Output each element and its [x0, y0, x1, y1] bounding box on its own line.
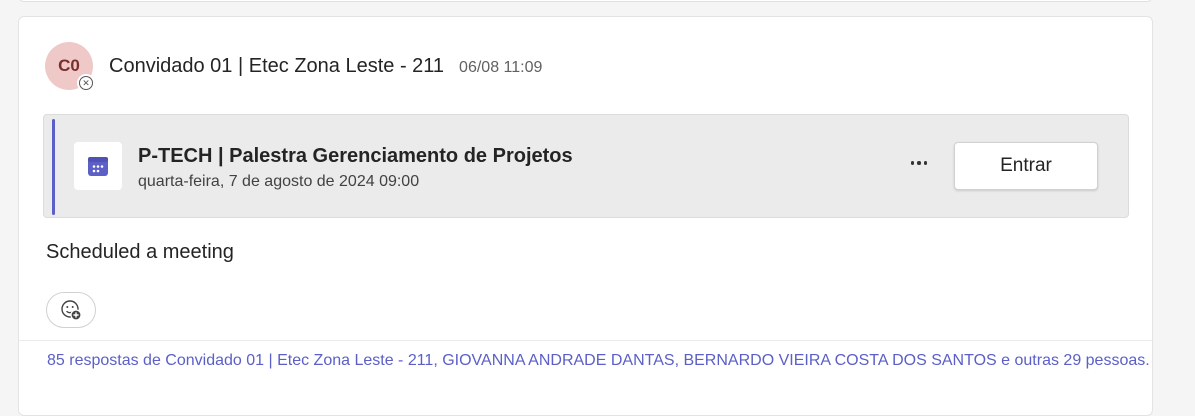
avatar[interactable]: C0 ✕	[45, 42, 95, 92]
meeting-card[interactable]: P-TECH | Palestra Gerenciamento de Proje…	[43, 114, 1129, 218]
previous-post-card	[18, 0, 1153, 2]
divider	[19, 340, 1152, 341]
replies-summary-link[interactable]: 85 respostas de Convidado 01 | Etec Zona…	[47, 349, 1152, 373]
calendar-icon	[74, 142, 122, 190]
avatar-initials: C0	[58, 56, 80, 75]
message-body: Scheduled a meeting	[46, 241, 234, 263]
meeting-datetime: quarta-feira, 7 de agosto de 2024 09:00	[138, 173, 420, 190]
post-card: C0 ✕ Convidado 01 | Etec Zona Leste - 21…	[18, 16, 1153, 416]
join-button[interactable]: Entrar	[954, 142, 1098, 190]
meeting-title[interactable]: P-TECH | Palestra Gerenciamento de Proje…	[138, 145, 573, 168]
post-header: C0 ✕ Convidado 01 | Etec Zona Leste - 21…	[45, 41, 543, 92]
presence-offline-icon: ✕	[77, 74, 95, 92]
post-timestamp: 06/08 11:09	[459, 58, 543, 76]
add-reaction-button[interactable]	[46, 292, 96, 328]
author-name[interactable]: Convidado 01 | Etec Zona Leste - 211	[109, 55, 444, 78]
emoji-add-icon	[61, 300, 82, 321]
more-options-icon[interactable]	[904, 149, 934, 177]
meeting-accent-bar	[52, 119, 55, 215]
